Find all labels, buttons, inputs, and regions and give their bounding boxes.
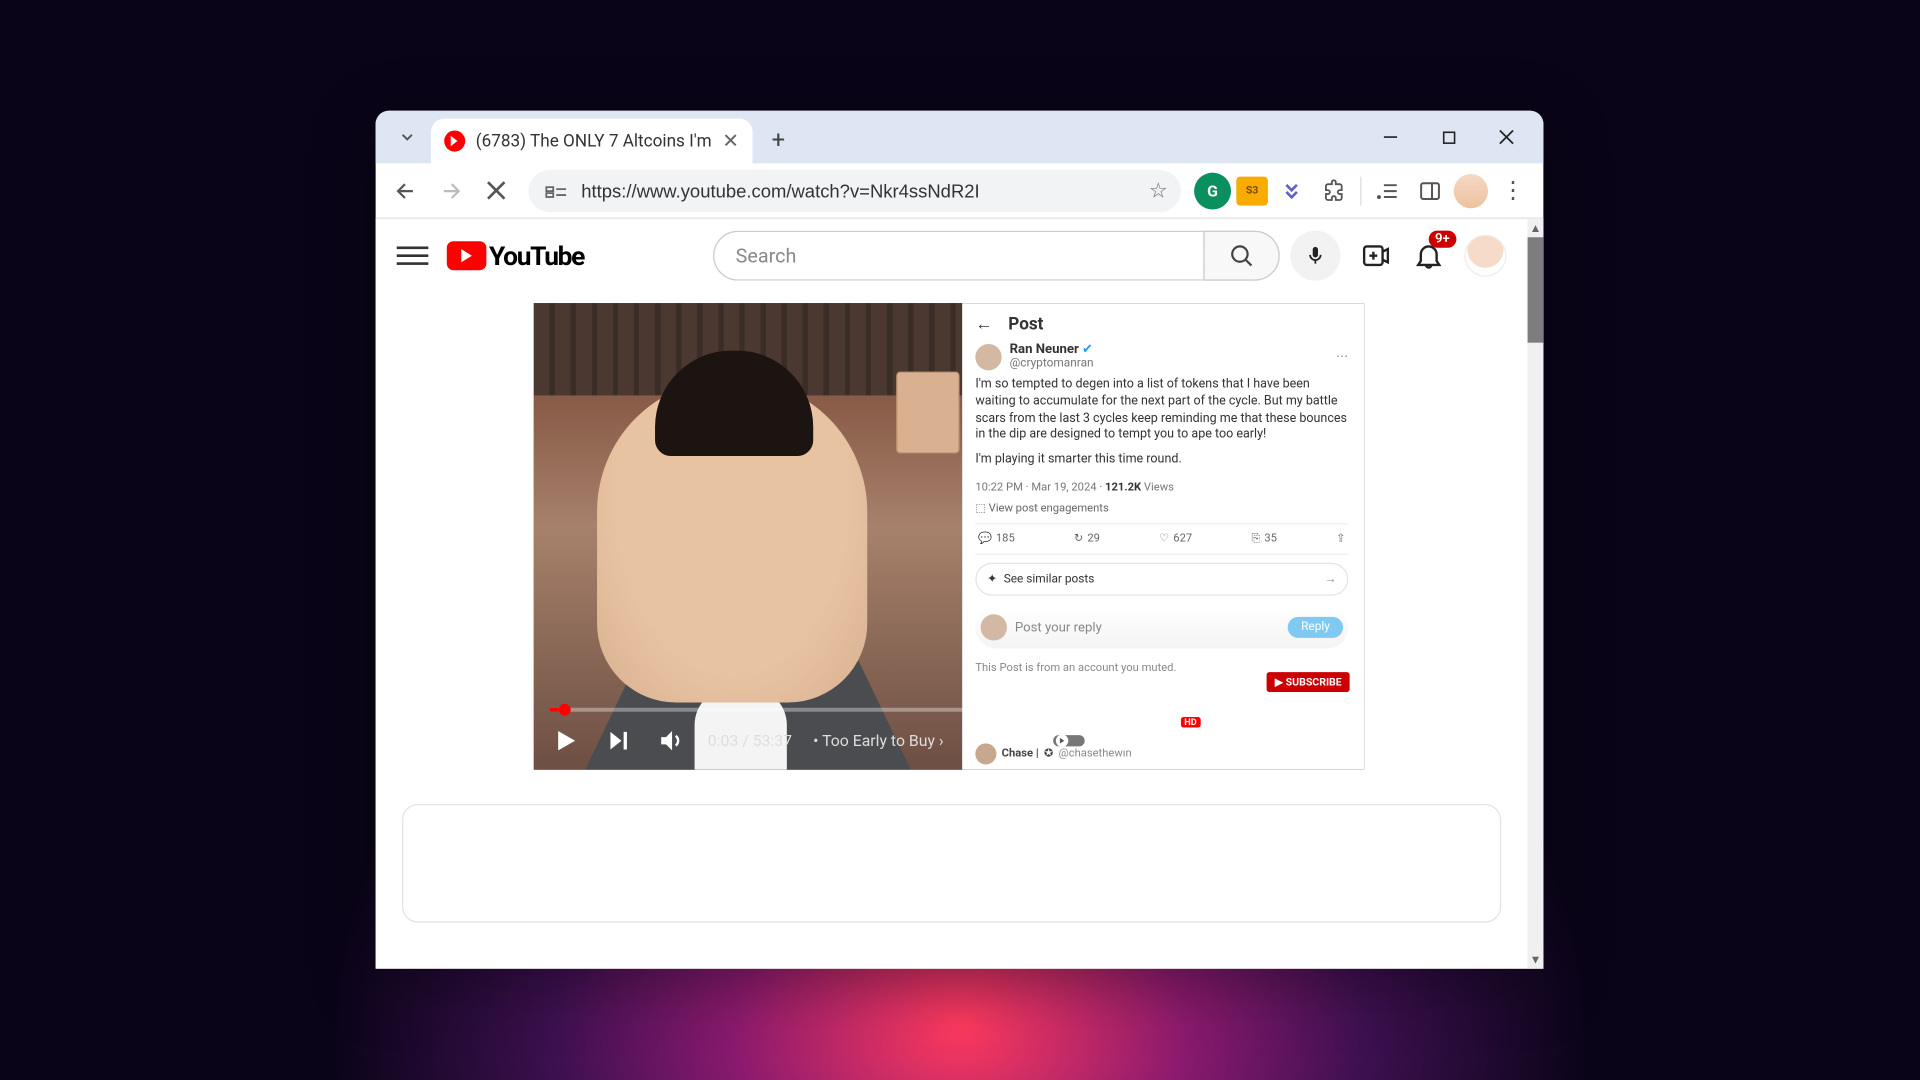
see-similar-posts: ✦See similar posts→ [975, 563, 1348, 596]
hd-badge: HD [1180, 717, 1200, 728]
subscribe-overlay: ▶ SUBSCRIBE [1266, 671, 1351, 693]
tweet-stats: 💬 185 ↻ 29 ♡ 627 ⎘ 35 ⇪ [975, 523, 1348, 555]
toolbar-separator [1360, 176, 1361, 205]
reply-button: Reply [1288, 617, 1343, 638]
likes-stat: ♡ 627 [1159, 533, 1192, 546]
search-button[interactable] [1203, 231, 1279, 281]
voice-search-button[interactable] [1290, 231, 1340, 281]
extension-s3-icon[interactable]: S3 [1236, 176, 1268, 205]
notification-badge: 9+ [1428, 231, 1456, 248]
retweets-stat: ↻ 29 [1074, 533, 1100, 546]
youtube-play-icon [447, 241, 487, 270]
stop-reload-button[interactable] [476, 171, 516, 211]
tweet-author-handle: @cryptomanran [1010, 357, 1094, 370]
next-button[interactable] [602, 725, 634, 757]
browser-window: (6783) The ONLY 7 Altcoins I'm ✕ + ☆ G S… [376, 111, 1544, 969]
video-player[interactable]: ← Post Ran Neuner ✔ @cryptomanran ⋯ I'm s… [534, 303, 1364, 770]
reply-placeholder: Post your reply [1015, 620, 1280, 634]
youtube-searchbox: Search [713, 231, 1340, 281]
reply-composer: Post your reply Reply [975, 606, 1348, 648]
page-content: YouTube Search 9+ [376, 219, 1544, 969]
youtube-logo-text: YouTube [489, 240, 584, 272]
video-frame-tweet: ← Post Ran Neuner ✔ @cryptomanran ⋯ I'm s… [962, 303, 1364, 770]
miniplayer-button[interactable] [1211, 725, 1243, 757]
chapter-display[interactable]: • Too Early to Buy › [813, 731, 944, 749]
bookmarks-stat: ⎘ 35 [1251, 533, 1277, 546]
video-controls: 0:03 / 53:37 • Too Early to Buy › CC HD [534, 712, 1364, 770]
content-scrollbar[interactable]: ▲ ▼ [1528, 219, 1544, 969]
reply-avatar [981, 614, 1007, 640]
youtube-favicon [444, 130, 465, 151]
youtube-header: YouTube Search 9+ [376, 219, 1528, 293]
search-input[interactable]: Search [713, 231, 1203, 281]
notifications-button[interactable]: 9+ [1412, 239, 1446, 273]
video-frame-presenter [534, 303, 962, 770]
tweet-body-1: I'm so tempted to degen into a list of t… [975, 377, 1348, 445]
tweet-engagements-link: View post engagements [989, 502, 1109, 515]
video-info-card [402, 804, 1501, 923]
account-avatar[interactable] [1464, 235, 1506, 277]
back-arrow-icon: ← [975, 314, 992, 335]
tweet-author-name: Ran Neuner [1010, 343, 1079, 357]
time-display: 0:03 / 53:37 [708, 731, 792, 749]
subtitles-button[interactable]: CC [1106, 725, 1138, 757]
tab-strip: (6783) The ONLY 7 Altcoins I'm ✕ + [376, 111, 1544, 164]
search-placeholder: Search [736, 244, 797, 268]
scrollbar-thumb[interactable] [1528, 237, 1544, 342]
window-maximize-button[interactable] [1419, 116, 1477, 158]
extension-grammarly-icon[interactable]: G [1194, 172, 1231, 209]
browser-tab[interactable]: (6783) The ONLY 7 Altcoins I'm ✕ [431, 119, 752, 164]
window-close-button[interactable] [1477, 116, 1535, 158]
chrome-menu-button[interactable]: ⋮ [1493, 171, 1533, 211]
search-tabs-button[interactable] [391, 121, 423, 153]
media-control-icon[interactable] [1369, 172, 1406, 209]
theater-mode-button[interactable] [1264, 725, 1296, 757]
profile-avatar-button[interactable] [1454, 173, 1488, 207]
replies-stat: 💬 185 [978, 533, 1015, 546]
volume-button[interactable] [655, 725, 687, 757]
settings-button[interactable]: HD [1159, 725, 1191, 757]
browser-toolbar: ☆ G S3 ⋮ [376, 163, 1544, 218]
new-tab-button[interactable]: + [760, 121, 797, 158]
scroll-up-arrow[interactable]: ▲ [1528, 219, 1544, 237]
bookmark-star-icon[interactable]: ☆ [1149, 178, 1168, 203]
forward-button[interactable] [431, 171, 471, 211]
site-info-icon[interactable] [542, 179, 571, 203]
verified-badge-icon: ✔ [1082, 343, 1093, 357]
close-tab-icon[interactable]: ✕ [722, 129, 739, 153]
tweet-more-icon: ⋯ [1336, 349, 1349, 363]
url-input[interactable] [581, 180, 1138, 201]
tweet-timestamp: 10:22 PM · Mar 19, 2024 [975, 481, 1096, 494]
window-minimize-button[interactable] [1361, 116, 1419, 158]
autoplay-toggle[interactable] [1053, 725, 1085, 757]
side-panel-icon[interactable] [1412, 172, 1449, 209]
create-button[interactable] [1359, 239, 1393, 273]
back-button[interactable] [386, 171, 426, 211]
extensions-menu-icon[interactable] [1315, 172, 1352, 209]
address-bar[interactable]: ☆ [529, 169, 1181, 211]
tweet-body-2: I'm playing it smarter this time round. [975, 452, 1348, 469]
tab-title: (6783) The ONLY 7 Altcoins I'm [476, 131, 712, 151]
scroll-down-arrow[interactable]: ▼ [1528, 950, 1544, 968]
guide-menu-button[interactable] [397, 240, 429, 272]
tweet-views-label: Views [1144, 481, 1174, 494]
tweet-views-count: 121.2K [1105, 481, 1141, 494]
play-button[interactable] [550, 725, 582, 757]
tweet-avatar [975, 343, 1001, 369]
post-heading: Post [1008, 314, 1043, 334]
extension-todoist-icon[interactable] [1273, 172, 1310, 209]
share-icon: ⇪ [1336, 533, 1345, 546]
fullscreen-button[interactable] [1317, 725, 1349, 757]
youtube-logo[interactable]: YouTube [447, 240, 584, 272]
